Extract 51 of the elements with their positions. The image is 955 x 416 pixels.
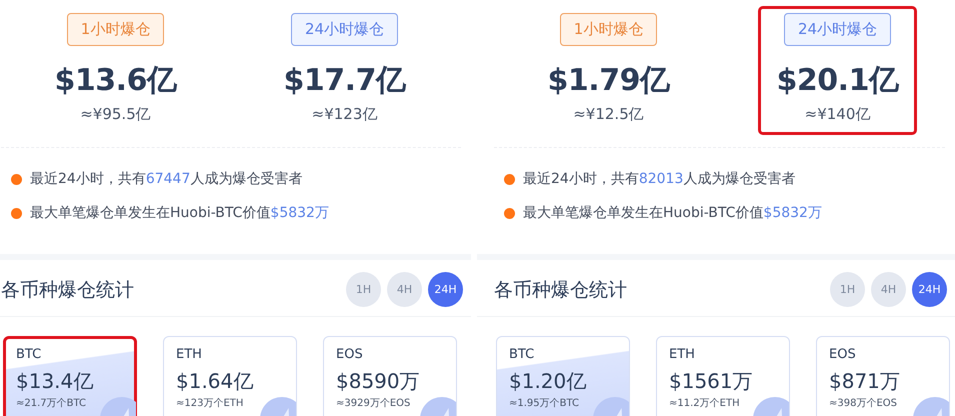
coin-card[interactable]: BTC $1.20亿 ≈1.95万个BTC	[496, 336, 630, 416]
liquidation-amount: $20.1亿	[776, 62, 898, 100]
approx-value: ≈¥123亿	[312, 105, 378, 124]
period-tab[interactable]: 1小时爆仓	[66, 13, 164, 46]
coin-name: EOS	[829, 347, 856, 362]
coin-card[interactable]: EOS $871万 ≈398万个EOS	[816, 336, 950, 416]
fact-text: 最近24小时，共有67447人成为爆仓受害者	[30, 170, 302, 188]
coin-approx: ≈3929万个EOS	[336, 397, 410, 410]
time-filter[interactable]: 24H	[428, 272, 463, 307]
coin-name: ETH	[176, 347, 202, 362]
approx-value: ≈¥140亿	[804, 105, 870, 124]
coin-name: EOS	[336, 347, 363, 362]
coin-approx: ≈398万个EOS	[829, 397, 898, 410]
time-filter[interactable]: 1H	[346, 272, 381, 307]
time-filter[interactable]: 1H	[830, 272, 865, 307]
time-filter[interactable]: 24H	[912, 272, 947, 307]
approx-value: ≈¥95.5亿	[80, 105, 151, 124]
coin-amount: $1561万	[669, 368, 753, 395]
coin-amount: $1.20亿	[509, 368, 586, 395]
bullet-icon	[504, 174, 515, 184]
coin-card[interactable]: EOS $8590万 ≈3929万个EOS	[323, 336, 457, 416]
bullet-icon	[11, 174, 22, 184]
liquidation-amount: $17.7亿	[284, 62, 406, 100]
period-tab[interactable]: 24小时爆仓	[784, 13, 892, 46]
fact-text: 最大单笔爆仓单发生在Huobi-BTC价值$5832万	[523, 204, 822, 222]
coin-amount: $1.64亿	[176, 368, 254, 395]
fact-text: 最近24小时，共有82013人成为爆仓受害者	[523, 170, 796, 188]
liquidation-amount: $13.6亿	[54, 62, 176, 100]
coin-approx: ≈11.2万个ETH	[669, 397, 740, 410]
time-filter[interactable]: 4H	[871, 272, 906, 307]
section-title: 各币种爆仓统计	[1, 278, 134, 302]
coin-approx: ≈1.95万个BTC	[509, 397, 580, 410]
coin-name: BTC	[509, 347, 534, 362]
fact-text: 最大单笔爆仓单发生在Huobi-BTC价值$5832万	[30, 204, 329, 222]
section-title: 各币种爆仓统计	[494, 278, 627, 302]
coin-amount: $13.4亿	[16, 368, 94, 395]
coin-card[interactable]: ETH $1.64亿 ≈123万个ETH	[163, 336, 297, 416]
coin-approx: ≈21.7万个BTC	[16, 397, 86, 410]
bullet-icon	[504, 208, 515, 218]
bullet-icon	[11, 208, 22, 218]
coin-amount: $871万	[829, 368, 900, 395]
period-tab[interactable]: 1小时爆仓	[560, 13, 658, 46]
coin-amount: $8590万	[336, 368, 420, 395]
liquidation-amount: $1.79亿	[548, 62, 670, 100]
coin-card[interactable]: BTC $13.4亿 ≈21.7万个BTC	[3, 336, 137, 416]
time-filter[interactable]: 4H	[387, 272, 422, 307]
approx-value: ≈¥12.5亿	[573, 105, 644, 124]
coin-card[interactable]: ETH $1561万 ≈11.2万个ETH	[656, 336, 790, 416]
coin-name: BTC	[16, 347, 42, 362]
coin-approx: ≈123万个ETH	[176, 397, 244, 410]
coin-name: ETH	[669, 347, 695, 362]
